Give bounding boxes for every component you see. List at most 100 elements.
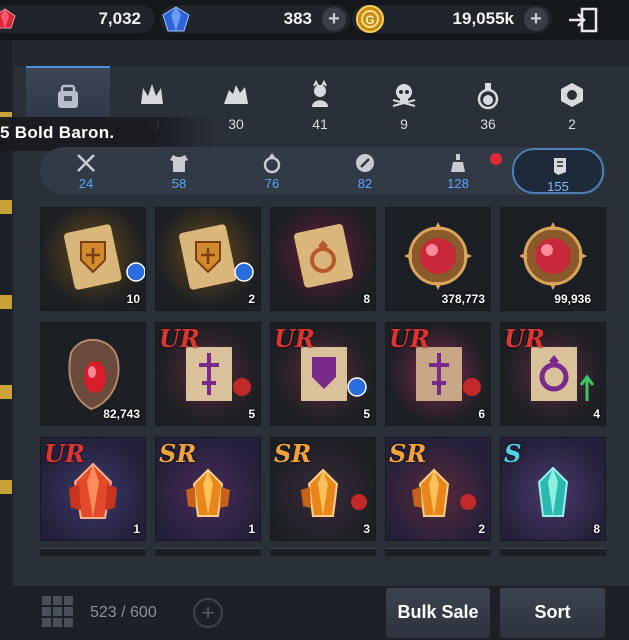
tab-count: 9 — [400, 116, 408, 132]
exit-door-icon — [569, 7, 598, 33]
weapon-scroll-icon — [179, 224, 254, 290]
item-slot-partial — [40, 548, 146, 556]
item-quantity: 1 — [248, 522, 255, 536]
red-gem-amount: 7,032 — [98, 9, 141, 28]
filter-armor[interactable]: 58 — [133, 147, 225, 195]
exit-button[interactable] — [565, 3, 605, 37]
item-quantity: 2 — [478, 522, 485, 536]
skull-icon — [392, 84, 416, 107]
rarity-badge: UR — [389, 324, 430, 353]
filter-weapons[interactable]: 24 — [40, 147, 132, 195]
rarity-badge: SR — [274, 439, 312, 468]
side-marker — [0, 480, 12, 494]
filter-count: 58 — [171, 176, 187, 191]
item-slot[interactable]: UR 5 — [270, 322, 376, 426]
filter-potions[interactable]: 128 — [412, 147, 504, 195]
add-gold-button[interactable]: + — [524, 7, 548, 31]
red-gem-icon — [0, 8, 16, 29]
rarity-badge: UR — [504, 324, 545, 353]
item-quantity: 99,936 — [554, 292, 591, 306]
inventory-capacity: 523 / 600 — [90, 604, 157, 621]
filter-scrolls[interactable]: 155 — [512, 148, 604, 194]
item-slot[interactable]: 10 — [40, 207, 146, 311]
item-slot[interactable]: 99,936 — [500, 207, 606, 311]
rarity-badge: UR — [159, 324, 200, 353]
rarity-badge: UR — [44, 439, 85, 468]
filter-gems[interactable]: 82 — [319, 147, 411, 195]
filter-count: 155 — [547, 179, 569, 194]
add-blue-gem-button[interactable]: + — [322, 7, 346, 31]
tab-souls[interactable]: 9 — [362, 66, 446, 136]
tab-count: 41 — [312, 116, 328, 132]
item-quantity: 8 — [363, 292, 370, 306]
item-slot-partial — [500, 548, 606, 556]
item-quantity: 3 — [363, 522, 370, 536]
item-quantity: 2 — [248, 292, 255, 306]
bottom-bar: 523 / 600 + Bulk Sale Sort — [0, 586, 629, 640]
gem-icon — [356, 154, 374, 172]
bag-icon — [58, 84, 78, 108]
tab-consumables[interactable]: 36 — [446, 66, 530, 136]
item-slot[interactable]: S 8 — [500, 437, 606, 541]
scroll-icon — [554, 158, 566, 175]
filter-count: 76 — [264, 176, 280, 191]
side-marker — [0, 385, 12, 399]
item-quantity: 4 — [593, 407, 600, 421]
side-marker — [0, 295, 12, 309]
currency-bar: 7,032 383 + G 19,055k + — [0, 0, 629, 40]
rarity-badge: SR — [389, 439, 427, 468]
rarity-badge: UR — [274, 324, 315, 353]
notification-dot — [490, 153, 502, 165]
item-slot[interactable]: 82,743 — [40, 322, 146, 426]
blue-gem-currency: 383 + — [160, 5, 350, 33]
item-slot[interactable]: UR 4 — [500, 322, 606, 426]
item-slot[interactable]: UR 1 — [40, 437, 146, 541]
tab-emblems[interactable]: 2 — [530, 66, 614, 136]
sort-button[interactable]: Sort — [500, 588, 605, 638]
item-quantity: 82,743 — [103, 407, 140, 421]
item-slot[interactable]: UR 6 — [385, 322, 491, 426]
item-name-tooltip: 5 Bold Baron. — [0, 117, 216, 151]
filter-count: 128 — [447, 176, 469, 191]
tab-count: 36 — [480, 116, 496, 132]
filter-bar: 24 58 76 82 128 155 — [40, 147, 606, 195]
crown-icon — [141, 84, 163, 104]
tab-pets[interactable]: 41 — [278, 66, 362, 136]
item-slot[interactable]: UR 5 — [155, 322, 261, 426]
item-slot[interactable]: 8 — [270, 207, 376, 311]
filter-accessories[interactable]: 76 — [226, 147, 318, 195]
armor-icon — [170, 155, 188, 172]
expand-capacity-button[interactable]: + — [193, 598, 223, 628]
swords-icon — [77, 154, 95, 172]
beast-icon — [224, 85, 248, 104]
item-quantity: 378,773 — [441, 292, 485, 306]
item-slot-partial — [155, 548, 261, 556]
tooltip-text: 5 Bold Baron. — [0, 123, 115, 142]
pet-icon — [312, 80, 328, 107]
bulk-sale-button[interactable]: Bulk Sale — [386, 588, 490, 638]
item-slot[interactable]: SR 2 — [385, 437, 491, 541]
item-quantity: 8 — [593, 522, 600, 536]
item-slot[interactable]: SR 3 — [270, 437, 376, 541]
item-quantity: 1 — [133, 522, 140, 536]
accessory-scroll-icon — [294, 223, 354, 288]
svg-text:G: G — [365, 13, 374, 27]
red-gem-currency: 7,032 — [0, 5, 155, 33]
potion-icon — [477, 83, 499, 110]
grid-view-icon[interactable] — [40, 594, 76, 630]
blue-gem-icon — [162, 6, 190, 32]
rarity-badge: S — [504, 439, 522, 468]
item-slot-partial — [385, 548, 491, 556]
item-slot[interactable]: 378,773 — [385, 207, 491, 311]
item-quantity: 6 — [478, 407, 485, 421]
rarity-badge: SR — [159, 439, 197, 468]
gold-amount: 19,055k — [452, 9, 514, 28]
blue-gem-amount: 383 — [283, 9, 312, 28]
item-slot-partial — [270, 548, 376, 556]
item-slot[interactable]: SR 1 — [155, 437, 261, 541]
item-slot[interactable]: 2 — [155, 207, 261, 311]
item-quantity: 10 — [126, 292, 140, 306]
ring-icon — [263, 153, 281, 174]
item-quantity: 5 — [363, 407, 370, 421]
gold-currency: G 19,055k + — [352, 5, 552, 33]
